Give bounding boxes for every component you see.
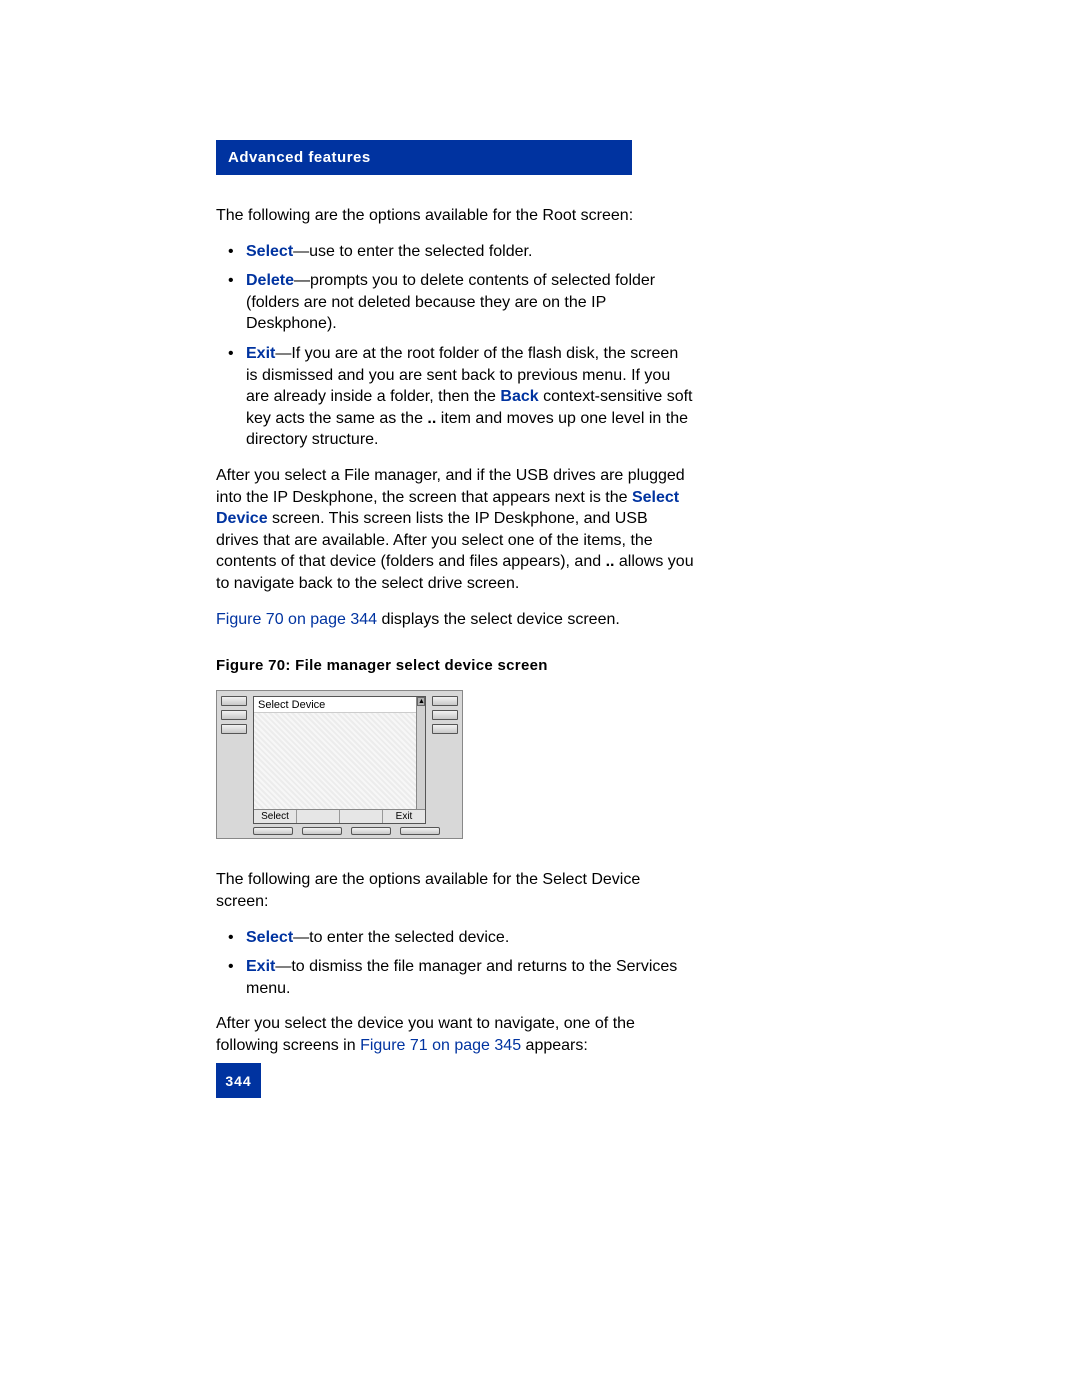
intro-root-options: The following are the options available …	[216, 205, 694, 227]
device-options-list: Select—to enter the selected device. Exi…	[216, 927, 694, 1000]
phone-soft-button	[351, 827, 391, 835]
text-run: After you select a File manager, and if …	[216, 467, 685, 506]
option-text: —to enter the selected device.	[293, 929, 509, 946]
phone-soft-button	[253, 827, 293, 835]
scroll-up-icon: ▲	[417, 697, 425, 706]
phone-soft-button	[302, 827, 342, 835]
phone-side-button	[432, 710, 458, 720]
option-text: —prompts you to delete contents of selec…	[246, 272, 655, 332]
softkey-blank	[297, 810, 340, 823]
keyword-select: Select	[246, 243, 293, 260]
text-run: appears:	[521, 1037, 588, 1054]
figure-reference-line: Figure 70 on page 344 displays the selec…	[216, 609, 694, 631]
phone-side-button	[221, 710, 247, 720]
paragraph-select-device: After you select a File manager, and if …	[216, 465, 694, 595]
root-options-list: Select—use to enter the selected folder.…	[216, 241, 694, 451]
keyword-delete: Delete	[246, 272, 294, 289]
list-item: Select—use to enter the selected folder.	[246, 241, 694, 263]
option-text: —use to enter the selected folder.	[293, 243, 532, 260]
text-run: screen. This screen lists the IP Deskpho…	[216, 510, 653, 570]
keyword-back: Back	[500, 388, 538, 405]
list-item: Select—to enter the selected device.	[246, 927, 694, 949]
body-text: The following are the options available …	[216, 205, 694, 1057]
phone-side-button	[432, 724, 458, 734]
text-run: displays the select device screen.	[377, 611, 620, 628]
parent-dir-dots: ..	[427, 410, 436, 427]
softkey-blank	[340, 810, 383, 823]
phone-side-button	[221, 696, 247, 706]
figure-71-link[interactable]: Figure 71 on page 345	[360, 1037, 521, 1054]
intro-device-options: The following are the options available …	[216, 869, 694, 912]
lcd-scrollbar: ▲ ▼	[416, 697, 425, 823]
phone-lcd: Select Device 1140E Phone USB Flash MyFl…	[253, 696, 426, 824]
page-content: Advanced features The following are the …	[216, 140, 871, 1071]
phone-side-button	[221, 724, 247, 734]
figure-70-link[interactable]: Figure 70 on page 344	[216, 611, 377, 628]
list-item: Delete—prompts you to delete contents of…	[246, 270, 694, 335]
figure-select-device-screen: Select Device 1140E Phone USB Flash MyFl…	[216, 690, 463, 839]
lcd-background	[254, 712, 416, 809]
softkey-select: Select	[254, 810, 297, 823]
phone-soft-button	[400, 827, 440, 835]
keyword-exit: Exit	[246, 958, 275, 975]
paragraph-after-device: After you select the device you want to …	[216, 1013, 694, 1056]
phone-side-button	[432, 696, 458, 706]
keyword-select: Select	[246, 929, 293, 946]
keyword-exit: Exit	[246, 345, 275, 362]
option-text: —to dismiss the file manager and returns…	[246, 958, 677, 997]
section-header: Advanced features	[216, 140, 632, 175]
list-item: Exit—to dismiss the file manager and ret…	[246, 956, 694, 999]
list-item: Exit—If you are at the root folder of th…	[246, 343, 694, 451]
lcd-softkey-row: Select Exit	[254, 809, 425, 823]
figure-title: Figure 70: File manager select device sc…	[216, 656, 694, 676]
page-number: 344	[216, 1063, 261, 1098]
softkey-exit: Exit	[383, 810, 425, 823]
